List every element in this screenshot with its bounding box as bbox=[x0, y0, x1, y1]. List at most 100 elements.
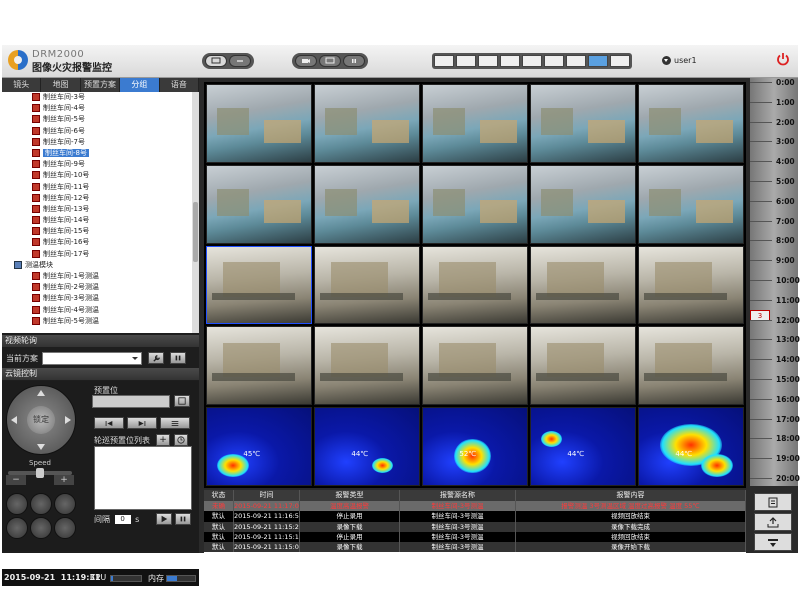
tree-item[interactable]: 制丝车间-7号 bbox=[2, 137, 192, 148]
video-cell[interactable] bbox=[422, 326, 528, 406]
focus-near-button[interactable] bbox=[6, 493, 28, 515]
layout-custom-button[interactable] bbox=[610, 55, 630, 67]
grid-view-button[interactable] bbox=[229, 55, 251, 67]
video-cell[interactable] bbox=[530, 326, 636, 406]
preset-prev-button[interactable] bbox=[94, 417, 124, 429]
video-cell[interactable] bbox=[530, 245, 636, 325]
alarm-row[interactable]: 默认 2015-09-21 11:15:07 录像下载 制丝车间-3号测温 录像开始下载 bbox=[204, 542, 746, 553]
tree-item[interactable]: 制丝车间-6号 bbox=[2, 126, 192, 137]
layout-2-button[interactable] bbox=[456, 55, 476, 67]
alarm-header-cell[interactable]: 时间 bbox=[234, 490, 300, 501]
tree-item[interactable]: 制丝车间-2号测温 bbox=[2, 282, 192, 293]
tab-1[interactable]: 地图 bbox=[41, 78, 81, 92]
alarm-header-cell[interactable]: 报警类型 bbox=[300, 490, 400, 501]
tree-item[interactable]: 制丝车间-8号 bbox=[2, 148, 192, 159]
video-cell[interactable] bbox=[530, 84, 636, 163]
tree-item[interactable]: 制丝车间-13号 bbox=[2, 204, 192, 215]
camera-tool-button[interactable] bbox=[295, 55, 317, 67]
tree-item[interactable]: 制丝车间-5号 bbox=[2, 114, 192, 125]
tree-item[interactable]: 制丝车间-3号测温 bbox=[2, 293, 192, 304]
user-menu[interactable]: user1 bbox=[662, 56, 697, 65]
tree-item[interactable]: 制丝车间-16号 bbox=[2, 237, 192, 248]
tree-item[interactable]: 制丝车间-3号 bbox=[2, 92, 192, 103]
tree-item[interactable]: 测温模块 bbox=[2, 260, 192, 271]
preset-next-button[interactable] bbox=[127, 417, 157, 429]
zoom-minus-button[interactable]: − bbox=[6, 475, 26, 485]
person-icon[interactable] bbox=[30, 493, 52, 515]
alarm-doc-button[interactable] bbox=[754, 493, 792, 511]
tree-item[interactable]: 制丝车间-4号 bbox=[2, 103, 192, 114]
video-cell[interactable] bbox=[206, 245, 312, 325]
tree-item[interactable]: 制丝车间-15号 bbox=[2, 226, 192, 237]
tree-item[interactable]: 制丝车间-12号 bbox=[2, 193, 192, 204]
layout-9-button[interactable] bbox=[544, 55, 564, 67]
tree-item[interactable]: 制丝车间-9号 bbox=[2, 159, 192, 170]
video-cell[interactable] bbox=[422, 164, 528, 244]
zoom-plus-button[interactable]: + bbox=[54, 475, 74, 485]
arrow-right-icon[interactable] bbox=[65, 416, 71, 424]
poll-pause-button[interactable] bbox=[170, 352, 186, 364]
video-cell[interactable] bbox=[422, 245, 528, 325]
video-cell[interactable]: 44℃ bbox=[530, 407, 636, 486]
layout-16-button[interactable] bbox=[566, 55, 586, 67]
ptz-direction-pad[interactable]: 锁定 bbox=[6, 385, 76, 455]
speed-slider-handle[interactable] bbox=[36, 468, 44, 478]
alarm-row[interactable]: 默认 2015-09-21 11:16:59 停止录用 制丝车间-3号测温 视频回放结束 bbox=[204, 511, 746, 522]
alarm-row[interactable]: 默认 2015-09-21 11:15:11 停止录用 制丝车间-3号测温 视频回放结束 bbox=[204, 531, 746, 543]
alarm-row[interactable]: 默认 2015-09-21 11:15:28 录像下载 制丝车间-3号测温 录像下载完成 bbox=[204, 521, 746, 532]
lamp-button[interactable] bbox=[30, 517, 52, 539]
tree-item[interactable]: 制丝车间-4号测温 bbox=[2, 305, 192, 316]
tree-item[interactable]: 制丝车间-14号 bbox=[2, 215, 192, 226]
tree-item[interactable]: 制丝车间-10号 bbox=[2, 170, 192, 181]
video-cell[interactable] bbox=[638, 164, 744, 244]
iris-close-button[interactable] bbox=[54, 517, 76, 539]
arrow-up-icon[interactable] bbox=[37, 390, 45, 396]
scroll-thumb[interactable] bbox=[193, 202, 198, 262]
video-cell[interactable] bbox=[314, 164, 420, 244]
alarm-header-cell[interactable]: 报警内容 bbox=[516, 490, 746, 501]
video-cell[interactable] bbox=[314, 84, 420, 163]
preset-clock-button[interactable] bbox=[174, 434, 188, 446]
iris-open-button[interactable] bbox=[6, 517, 28, 539]
interval-input[interactable]: 0 bbox=[114, 515, 131, 524]
tree-item[interactable]: 制丝车间-11号 bbox=[2, 182, 192, 193]
layout-25-button[interactable] bbox=[588, 55, 608, 67]
alarm-header-cell[interactable]: 状态 bbox=[204, 490, 234, 501]
poll-plan-select[interactable] bbox=[42, 352, 142, 365]
screen-tool-button[interactable] bbox=[319, 55, 341, 67]
arrow-left-icon[interactable] bbox=[11, 416, 17, 424]
video-cell[interactable]: 52℃ bbox=[422, 407, 528, 486]
alarm-header-cell[interactable]: 报警源名称 bbox=[400, 490, 516, 501]
video-cell[interactable]: 44℃ bbox=[314, 407, 420, 486]
monitor-view-button[interactable] bbox=[205, 55, 227, 67]
preset-select[interactable] bbox=[92, 395, 170, 408]
video-cell[interactable] bbox=[206, 326, 312, 406]
preset-list[interactable] bbox=[94, 446, 192, 510]
poll-play-button[interactable] bbox=[156, 513, 172, 525]
video-cell[interactable] bbox=[314, 245, 420, 325]
focus-far-button[interactable] bbox=[54, 493, 76, 515]
tab-2[interactable]: 预置方案 bbox=[81, 78, 121, 92]
video-cell[interactable] bbox=[638, 245, 744, 325]
video-cell[interactable] bbox=[422, 84, 528, 163]
preset-add-button[interactable]: + bbox=[156, 434, 170, 446]
layout-6-button[interactable] bbox=[522, 55, 542, 67]
video-cell[interactable] bbox=[206, 164, 312, 244]
layout-4-button[interactable] bbox=[500, 55, 520, 67]
pause-tool-button[interactable] bbox=[343, 55, 365, 67]
arrow-down-icon[interactable] bbox=[37, 444, 45, 450]
poll-stop-button[interactable] bbox=[175, 513, 191, 525]
alarm-collapse-button[interactable] bbox=[754, 533, 792, 551]
poll-settings-button[interactable] bbox=[148, 352, 164, 364]
video-cell[interactable] bbox=[638, 84, 744, 163]
tree-item[interactable]: 制丝车间-5号测温 bbox=[2, 316, 192, 327]
layout-3-button[interactable] bbox=[478, 55, 498, 67]
tree-scrollbar[interactable] bbox=[192, 92, 199, 333]
timeline[interactable]: 3 0:00 1:00 2:00 3:00 4:00 5:00 6:00 7:00 8:00 9:… bbox=[750, 78, 800, 486]
preset-menu-button[interactable] bbox=[160, 417, 190, 429]
video-cell[interactable] bbox=[206, 84, 312, 163]
tree-item[interactable]: 制丝车间-17号 bbox=[2, 249, 192, 260]
preset-save-button[interactable] bbox=[174, 395, 190, 407]
power-icon[interactable] bbox=[776, 52, 790, 66]
video-cell[interactable] bbox=[314, 326, 420, 406]
